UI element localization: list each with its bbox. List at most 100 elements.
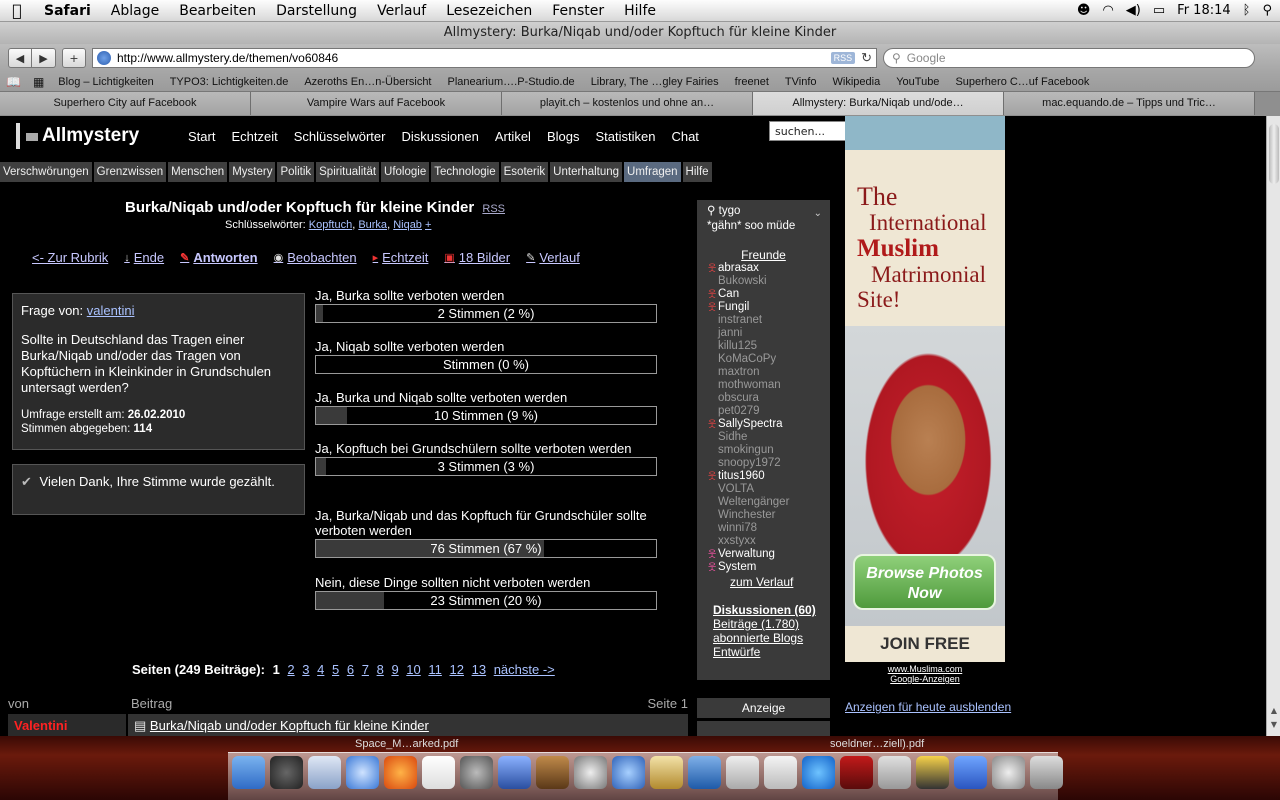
battery-icon[interactable]: ▭ xyxy=(1153,3,1165,18)
keyword-link[interactable]: Burka xyxy=(358,219,387,231)
post-author[interactable]: Valentini xyxy=(8,714,126,736)
bookmark-item[interactable]: Library, The …gley Fairies xyxy=(583,76,727,88)
adium-icon[interactable] xyxy=(916,756,949,789)
add-bookmark-button[interactable]: + xyxy=(62,48,86,68)
trash-icon[interactable] xyxy=(1030,756,1063,789)
scrollbar-thumb[interactable] xyxy=(1269,124,1279,184)
friend-item[interactable]: 웃 abrasax xyxy=(697,262,830,275)
page-link[interactable]: 12 xyxy=(450,662,464,677)
bookmark-item[interactable]: Azeroths En…n-Übersicht xyxy=(296,76,439,88)
friend-item[interactable]: 웃 Fungil xyxy=(697,301,830,314)
cat-grenzwissen[interactable]: Grenzwissen xyxy=(93,162,167,182)
friend-item[interactable]: 웃 Can xyxy=(697,288,830,301)
cs3-icon[interactable] xyxy=(460,756,493,789)
site-logo[interactable]: Allmystery xyxy=(0,123,180,149)
tab-allmystery[interactable]: Allmystery: Burka/Niqab und/ode… xyxy=(753,92,1004,115)
friend-item[interactable]: instranet xyxy=(697,314,830,327)
question-author-link[interactable]: valentini xyxy=(87,303,135,318)
page-link[interactable]: 4 xyxy=(317,662,324,677)
menu-fenster[interactable]: Fenster xyxy=(542,3,614,19)
cat-politik[interactable]: Politik xyxy=(277,162,315,182)
cat-hilfe[interactable]: Hilfe xyxy=(682,162,712,182)
cat-unterhaltung[interactable]: Unterhaltung xyxy=(550,162,623,182)
friend-item[interactable]: janni xyxy=(697,327,830,340)
page-link[interactable]: 9 xyxy=(391,662,398,677)
history-link[interactable]: zum Verlauf xyxy=(697,575,830,589)
m-app-icon[interactable] xyxy=(954,756,987,789)
preview-icon[interactable] xyxy=(650,756,683,789)
menu-lesezeichen[interactable]: Lesezeichen xyxy=(436,3,542,19)
bookmark-item[interactable]: Planearium….P-Studio.de xyxy=(440,76,583,88)
friend-item[interactable]: 웃 SallySpectra xyxy=(697,418,830,431)
desktop-file-label[interactable]: soeldner…ziell).pdf xyxy=(830,738,924,750)
forward-button[interactable]: ▶ xyxy=(32,48,56,68)
friend-item[interactable]: 웃 titus1960 xyxy=(697,470,830,483)
tab-playit[interactable]: playit.ch – kostenlos und ohne an… xyxy=(502,92,753,115)
vertical-scrollbar[interactable]: ▲ ▼ xyxy=(1266,116,1280,736)
bookmark-item[interactable]: Blog – Lichtigkeiten xyxy=(50,76,161,88)
top-sites-grid-icon[interactable]: ▦ xyxy=(27,75,50,89)
chevron-down-icon[interactable]: ⌄ xyxy=(814,206,822,221)
tab-superhero-city[interactable]: Superhero City auf Facebook xyxy=(0,92,251,115)
address-bar[interactable]: http://www.allmystery.de/themen/vo60846 … xyxy=(92,48,877,68)
watch-link[interactable]: ◉ Beobachten xyxy=(274,250,357,265)
menu-darstellung[interactable]: Darstellung xyxy=(266,3,367,19)
join-free-text[interactable]: JOIN FREE xyxy=(845,634,1005,654)
reload-icon[interactable]: ↻ xyxy=(861,50,872,66)
friend-item[interactable]: mothwoman xyxy=(697,379,830,392)
friend-item[interactable]: Winchester xyxy=(697,509,830,522)
friend-item[interactable]: obscura xyxy=(697,392,830,405)
bookmark-item[interactable]: TVinfo xyxy=(777,76,825,88)
safari-icon[interactable] xyxy=(346,756,379,789)
keyword-link[interactable]: Kopftuch xyxy=(309,219,352,231)
finder-icon[interactable] xyxy=(232,756,265,789)
x11-icon[interactable] xyxy=(878,756,911,789)
dashboard-icon[interactable] xyxy=(270,756,303,789)
friend-item[interactable]: maxtron xyxy=(697,366,830,379)
bluetooth-icon[interactable]: ᛒ xyxy=(1243,3,1251,18)
desktop-file-label[interactable]: Space_M…arked.pdf xyxy=(355,738,458,750)
cat-mystery[interactable]: Mystery xyxy=(229,162,276,182)
hide-ads-link[interactable]: Anzeigen für heute ausblenden xyxy=(845,700,1011,714)
nav-statistiken[interactable]: Statistiken xyxy=(587,129,663,144)
google-ads-link[interactable]: Google-Anzeigen xyxy=(845,674,1005,684)
tab-mac-equando[interactable]: mac.equando.de – Tipps und Tric… xyxy=(1004,92,1255,115)
cat-ufologie[interactable]: Ufologie xyxy=(381,162,430,182)
posts-link[interactable]: Beiträge (1.780) xyxy=(713,617,830,631)
page-link[interactable]: 7 xyxy=(362,662,369,677)
quicktime-icon[interactable] xyxy=(802,756,835,789)
bookmark-item[interactable]: TYPO3: Lichtigkeiten.de xyxy=(162,76,297,88)
bookmark-item[interactable]: freenet xyxy=(727,76,777,88)
user-icon[interactable]: ☻ xyxy=(1077,3,1091,18)
page-link[interactable]: 5 xyxy=(332,662,339,677)
friend-item[interactable]: xxstyxx xyxy=(697,535,830,548)
back-to-category-link[interactable]: <- Zur Rubrik xyxy=(32,250,108,265)
cat-verschwoerungen[interactable]: Verschwörungen xyxy=(0,162,92,182)
back-button[interactable]: ◀ xyxy=(8,48,32,68)
nav-schluesselwoerter[interactable]: Schlüsselwörter xyxy=(286,129,394,144)
photo-booth-icon[interactable] xyxy=(840,756,873,789)
bookmarks-book-icon[interactable]: 📖 xyxy=(0,75,27,89)
nav-blogs[interactable]: Blogs xyxy=(539,129,588,144)
history-link[interactable]: ✎ Verlauf xyxy=(526,250,580,265)
discussions-link[interactable]: Diskussionen (60) xyxy=(697,603,830,617)
reply-link[interactable]: ✎ Antworten xyxy=(180,250,258,265)
rss-button[interactable]: RSS xyxy=(830,52,856,64)
cat-spiritualitaet[interactable]: Spiritualität xyxy=(316,162,380,182)
menu-bearbeiten[interactable]: Bearbeiten xyxy=(169,3,266,19)
page-link[interactable]: 11 xyxy=(428,662,442,677)
friend-item[interactable]: Weltengänger xyxy=(697,496,830,509)
page-link[interactable]: 6 xyxy=(347,662,354,677)
realtime-link[interactable]: ▸ Echtzeit xyxy=(373,250,429,265)
cat-esoterik[interactable]: Esoterik xyxy=(500,162,549,182)
post-title-link[interactable]: Burka/Niqab und/oder Kopftuch für kleine… xyxy=(150,718,429,733)
drafts-link[interactable]: Entwürfe xyxy=(713,645,830,659)
spotlight-icon[interactable]: ⚲ xyxy=(1262,3,1272,18)
clock[interactable]: Fr 18:14 xyxy=(1177,3,1230,18)
friend-item[interactable]: pet0279 xyxy=(697,405,830,418)
advertisement-banner[interactable]: The International Muslim Matrimonial Sit… xyxy=(845,116,1005,662)
wifi-icon[interactable]: ◠ xyxy=(1102,3,1113,18)
friends-heading[interactable]: Freunde xyxy=(697,248,830,262)
keyword-link[interactable]: Niqab xyxy=(393,219,422,231)
end-link[interactable]: ↓ Ende xyxy=(124,250,164,265)
